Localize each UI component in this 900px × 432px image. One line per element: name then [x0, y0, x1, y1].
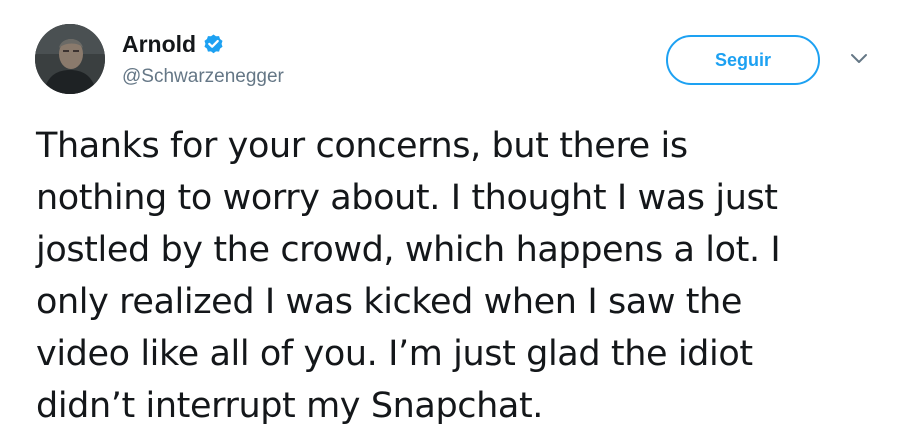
avatar-photo: [35, 24, 105, 94]
tweet-text-line: didn’t interrupt my Snapchat.: [36, 386, 544, 426]
author-display-name[interactable]: Arnold: [122, 31, 196, 58]
author-handle[interactable]: @Schwarzenegger: [122, 66, 284, 88]
tweet-text-line: jostled by the crowd, which happens a lo…: [36, 230, 781, 270]
tweet-text-line: Thanks for your concerns, but there is: [36, 126, 688, 166]
avatar[interactable]: [35, 24, 105, 94]
tweet-text: Thanks for your concerns, but there is n…: [36, 120, 866, 432]
chevron-down-icon[interactable]: [849, 51, 869, 65]
tweet-card: Arnold @Schwarzenegger Seguir Thanks for…: [0, 0, 900, 426]
author-name-row[interactable]: Arnold: [122, 30, 225, 58]
tweet-text-line: nothing to worry about. I thought I was …: [36, 178, 778, 218]
follow-button[interactable]: Seguir: [666, 35, 820, 85]
tweet-text-line: only realized I was kicked when I saw th…: [36, 282, 743, 322]
verified-badge-icon: [204, 33, 223, 53]
tweet-text-line: video like all of you. I’m just glad the…: [36, 334, 753, 374]
